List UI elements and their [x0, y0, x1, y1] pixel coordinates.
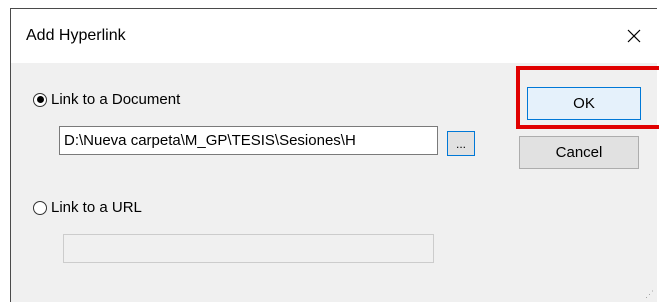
close-icon: [627, 29, 641, 43]
document-path-field[interactable]: D:\Nueva carpeta\M_GP\TESIS\Sesiones\H: [59, 126, 438, 155]
title-bar: Add Hyperlink: [11, 9, 657, 63]
url-radio[interactable]: [33, 200, 47, 215]
url-radio-label: Link to a URL: [51, 199, 142, 216]
link-to-document-option[interactable]: Link to a Document: [33, 91, 180, 108]
document-radio-label: Link to a Document: [51, 91, 181, 108]
dialog-title: Add Hyperlink: [26, 27, 126, 44]
cancel-button[interactable]: Cancel: [519, 136, 639, 169]
document-radio[interactable]: [33, 92, 47, 107]
link-to-url-option[interactable]: Link to a URL: [33, 199, 142, 216]
add-hyperlink-dialog: Add Hyperlink Link to a Document D:\Nuev…: [10, 8, 659, 302]
close-button[interactable]: [611, 9, 657, 63]
ok-highlight-box: [516, 66, 659, 129]
url-field[interactable]: [63, 234, 434, 263]
resize-grip-icon[interactable]: ⋰: [645, 289, 654, 300]
browse-button[interactable]: ...: [447, 131, 475, 156]
